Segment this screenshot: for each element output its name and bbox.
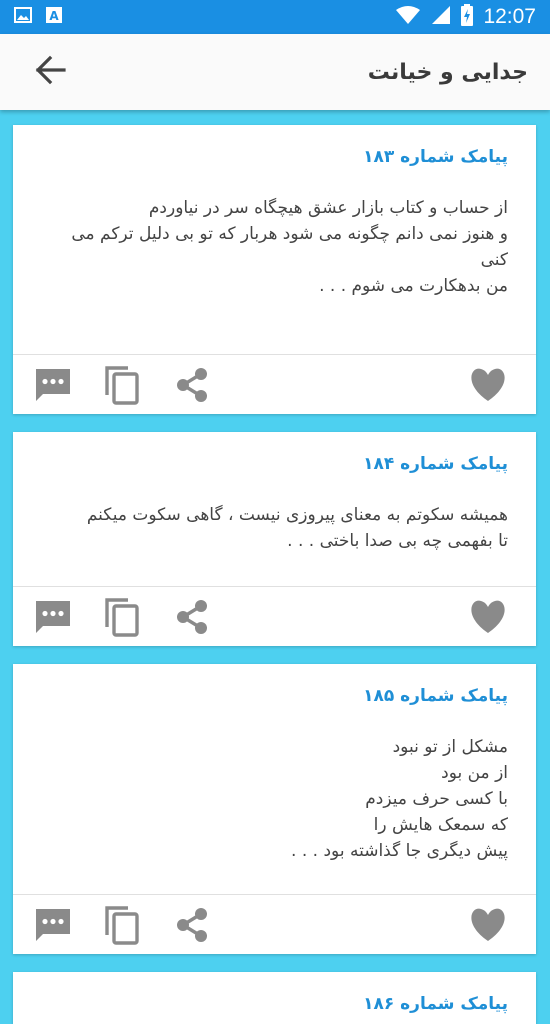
share-icon [175,907,209,947]
message-title: پیامک شماره ۱۸۵ [363,686,508,706]
message-card: پیامک شماره ۱۸۳ از حساب و کتاب بازار عشق… [13,125,536,414]
copy-button[interactable] [102,905,142,949]
app-bar: جدایی و خیانت [0,34,550,110]
card-actions [13,586,536,646]
message-card: پیامک شماره ۱۸۶ [13,972,536,1024]
message-icon [34,367,72,407]
image-icon [14,7,32,27]
message-body: مشکل از تو نبود از من بود با کسی حرف میز… [291,737,508,861]
message-card: پیامک شماره ۱۸۴ همیشه سکوتم به معنای پیر… [13,432,536,646]
back-button[interactable] [30,52,70,92]
send-sms-button[interactable] [33,367,73,407]
share-icon [175,599,209,639]
svg-text:A: A [49,9,59,23]
send-sms-button[interactable] [33,599,73,639]
status-notifications: A [14,7,62,27]
message-icon [34,599,72,639]
heart-icon [469,368,507,406]
status-system: 12:07 [395,4,536,30]
share-button[interactable] [172,367,212,407]
back-arrow-icon [34,54,66,90]
status-bar: A 12:07 [0,0,550,34]
message-title: پیامک شماره ۱۸۴ [363,454,508,474]
favorite-button[interactable] [468,907,508,947]
battery-icon [461,4,474,30]
card-actions [13,354,536,414]
share-button[interactable] [172,907,212,947]
card-actions [13,894,536,954]
share-icon [175,367,209,407]
share-button[interactable] [172,599,212,639]
favorite-button[interactable] [468,599,508,639]
wifi-icon [395,5,421,29]
favorite-button[interactable] [468,367,508,407]
message-icon [34,907,72,947]
heart-icon [469,600,507,638]
copy-icon [104,365,140,409]
status-time: 12:07 [483,5,536,28]
page-title: جدایی و خیانت [367,59,528,85]
message-body: از حساب و کتاب بازار عشق هیچگاه سر در نی… [71,198,508,296]
message-list[interactable]: پیامک شماره ۱۸۳ از حساب و کتاب بازار عشق… [0,110,550,1024]
message-title: پیامک شماره ۱۸۶ [363,994,508,1014]
send-sms-button[interactable] [33,907,73,947]
message-card: پیامک شماره ۱۸۵ مشکل از تو نبود از من بو… [13,664,536,954]
message-title: پیامک شماره ۱۸۳ [363,147,508,167]
copy-icon [104,905,140,949]
signal-icon [431,5,451,29]
copy-icon [104,597,140,641]
text-icon: A [46,7,62,27]
heart-icon [469,908,507,946]
message-body: همیشه سکوتم به معنای پیروزی نیست ، گاهی … [86,505,508,551]
copy-button[interactable] [102,365,142,409]
copy-button[interactable] [102,597,142,641]
